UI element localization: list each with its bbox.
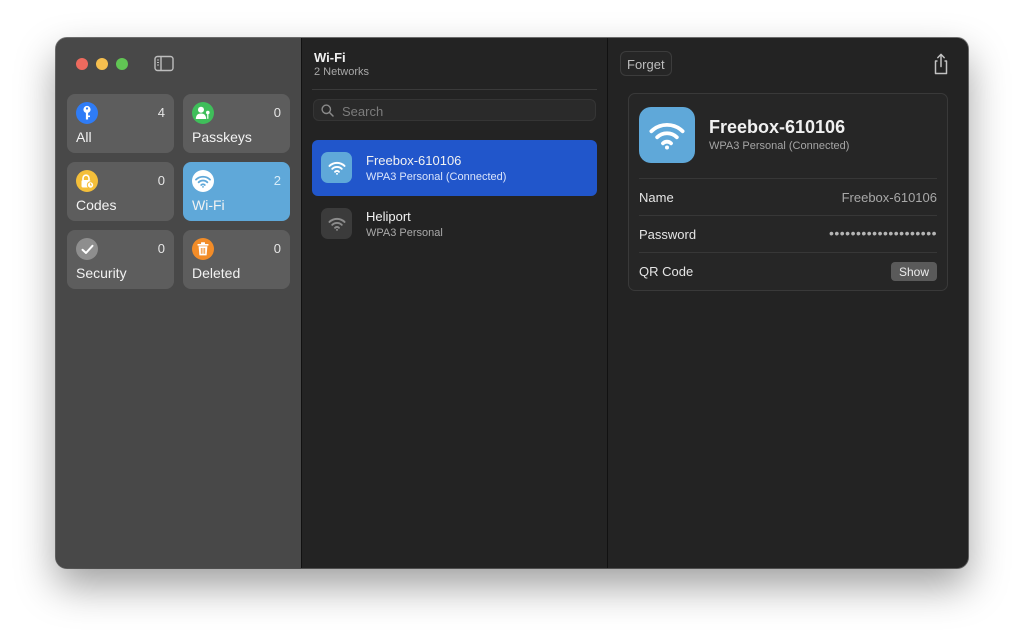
search-field[interactable] [313, 99, 596, 121]
detail-pane: Forget Freebox-610106 WPA3 Personal (Con… [608, 38, 968, 568]
codes-count: 0 [157, 173, 165, 188]
network-security: WPA3 Personal (Connected) [366, 171, 507, 183]
detail-subtitle: WPA3 Personal (Connected) [709, 140, 850, 152]
security-label: Security [76, 265, 127, 281]
network-detail-card: Freebox-610106 WPA3 Personal (Connected)… [628, 93, 948, 291]
name-row: Name Freebox-610106 [639, 178, 937, 216]
sidebar-toggle-icon[interactable] [154, 55, 174, 72]
all-count: 4 [157, 105, 165, 120]
qr-code-row: QR Code Show [639, 252, 937, 290]
wifi-icon [321, 152, 352, 183]
password-value[interactable]: •••••••••••••••••••• [829, 225, 937, 241]
show-qr-button[interactable]: Show [890, 262, 937, 281]
deleted-label: Deleted [192, 265, 241, 281]
sidebar-item-codes[interactable]: 0 Codes [67, 162, 174, 221]
wifi-count: 2 [273, 173, 281, 188]
zoom-window-button[interactable] [116, 58, 128, 70]
detail-title: Freebox-610106 [709, 117, 846, 137]
search-icon [321, 104, 334, 117]
passkeys-count: 0 [273, 105, 281, 120]
share-icon[interactable] [931, 52, 951, 76]
checkmark-icon [76, 238, 98, 260]
wifi-icon [192, 170, 214, 192]
password-label: Password [639, 227, 697, 242]
search-input[interactable] [340, 101, 594, 121]
network-list-pane: Wi-Fi 2 Networks Freebox-610106 WPA3 Per… [302, 38, 608, 568]
list-title: Wi-Fi [314, 50, 346, 65]
person-key-icon [192, 102, 214, 124]
key-icon [76, 102, 98, 124]
lock-clock-icon [76, 170, 98, 192]
sidebar-item-wifi[interactable]: 2 Wi-Fi [183, 162, 290, 221]
network-name: Freebox-610106 [366, 153, 462, 168]
list-divider [312, 89, 597, 90]
close-window-button[interactable] [76, 58, 88, 70]
deleted-count: 0 [273, 241, 281, 256]
all-label: All [76, 129, 92, 145]
codes-label: Codes [76, 197, 117, 213]
security-count: 0 [157, 241, 165, 256]
wifi-icon [639, 107, 695, 163]
name-value[interactable]: Freebox-610106 [842, 190, 937, 205]
sidebar-item-all[interactable]: 4 All [67, 94, 174, 153]
list-subtitle: 2 Networks [314, 66, 370, 78]
minimize-window-button[interactable] [96, 58, 108, 70]
wifi-label: Wi-Fi [192, 197, 225, 213]
network-row-heliport[interactable]: Heliport WPA3 Personal [312, 196, 597, 252]
network-name: Heliport [366, 209, 411, 224]
wifi-icon [321, 208, 352, 239]
qr-code-label: QR Code [639, 264, 694, 279]
network-row-freebox[interactable]: Freebox-610106 WPA3 Personal (Connected) [312, 140, 597, 196]
password-row: Password •••••••••••••••••••• [639, 215, 937, 253]
forget-button[interactable]: Forget [620, 51, 672, 76]
network-security: WPA3 Personal [366, 227, 443, 239]
passwords-window: 4 All 0 Passkeys 0 Codes 2 Wi-Fi 0 Secur… [56, 38, 968, 568]
passkeys-label: Passkeys [192, 129, 252, 145]
sidebar-item-deleted[interactable]: 0 Deleted [183, 230, 290, 289]
trash-icon [192, 238, 214, 260]
sidebar: 4 All 0 Passkeys 0 Codes 2 Wi-Fi 0 Secur… [56, 38, 302, 568]
name-label: Name [639, 190, 674, 205]
sidebar-item-passkeys[interactable]: 0 Passkeys [183, 94, 290, 153]
sidebar-item-security[interactable]: 0 Security [67, 230, 174, 289]
